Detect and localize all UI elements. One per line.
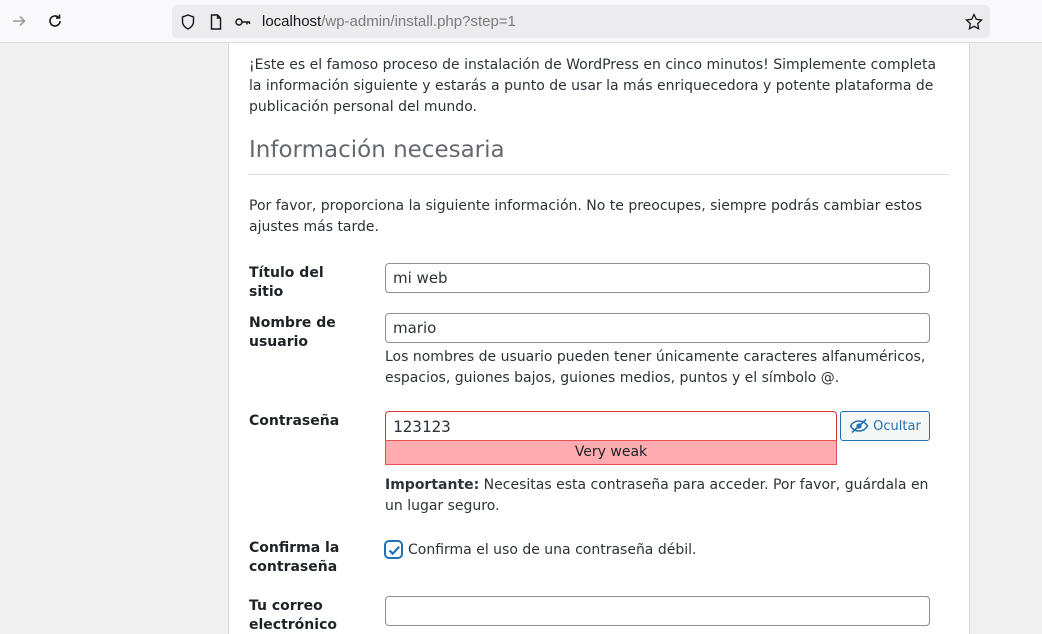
email-label: Tu correo electrónico	[249, 598, 337, 633]
eye-slash-icon	[849, 418, 869, 434]
section-description: Por favor, proporciona la siguiente info…	[249, 198, 923, 235]
password-label: Contraseña	[249, 413, 340, 429]
site-title-label: Título del sitio	[249, 265, 324, 300]
url-text: localhost/wp-admin/install.php?step=1	[262, 13, 516, 30]
confirm-weak-password[interactable]: Confirma el uso de una contraseña débil.	[385, 541, 696, 558]
username-label: Nombre de usuario	[249, 315, 336, 350]
reload-button[interactable]	[44, 10, 66, 32]
section-heading: Información necesaria	[249, 137, 949, 175]
reload-icon	[49, 14, 61, 27]
password-input[interactable]: 123123	[385, 411, 837, 441]
username-hint: Los nombres de usuario pueden tener únic…	[385, 349, 926, 386]
install-card: ¡Este es el famoso proceso de instalació…	[228, 43, 970, 634]
intro-text: ¡Este es el famoso proceso de instalació…	[249, 57, 937, 115]
site-title-input[interactable]: mi web	[385, 263, 930, 293]
confirm-checkbox-label: Confirma el uso de una contraseña débil.	[408, 541, 697, 558]
permissions-key-icon	[235, 18, 251, 26]
hide-password-label: Ocultar	[873, 418, 921, 434]
browser-toolbar: localhost/wp-admin/install.php?step=1	[0, 0, 1042, 43]
checkmark-icon	[388, 545, 401, 556]
password-note: Importante: Necesitas esta contraseña pa…	[385, 475, 945, 517]
hide-password-button[interactable]: Ocultar	[840, 411, 930, 441]
username-input[interactable]: mario	[385, 313, 930, 343]
bookmark-star-icon	[965, 12, 983, 31]
confirm-checkbox[interactable]	[385, 541, 402, 558]
password-note-strong: Importante:	[385, 477, 480, 493]
url-path: /wp-admin/install.php?step=1	[321, 13, 516, 30]
arrow-right-icon	[13, 15, 26, 27]
shield-icon	[181, 14, 195, 30]
url-host: localhost	[262, 13, 322, 30]
password-strength-meter: Very weak	[385, 440, 837, 465]
forward-button[interactable]	[8, 10, 30, 32]
url-bar[interactable]: localhost/wp-admin/install.php?step=1	[172, 5, 990, 38]
confirm-label: Confirma la contraseña	[249, 540, 340, 575]
email-input[interactable]	[385, 596, 930, 626]
page-icon	[210, 14, 222, 30]
